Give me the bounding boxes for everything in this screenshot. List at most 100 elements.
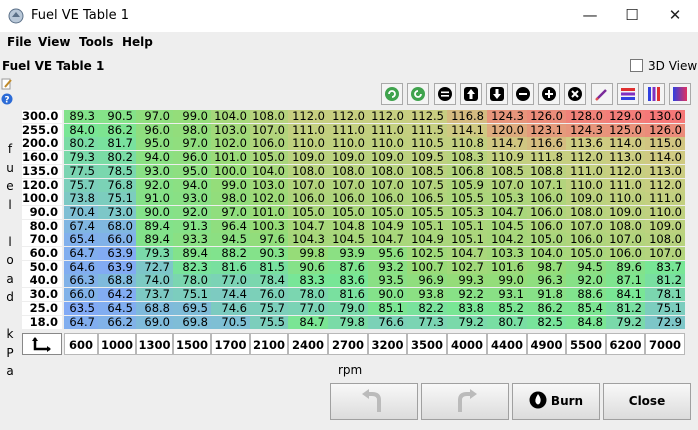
- table-cell[interactable]: 112.0: [645, 178, 685, 192]
- table-cell[interactable]: 104.7: [447, 247, 487, 260]
- table-cell[interactable]: 90.0: [368, 288, 407, 302]
- table-cell[interactable]: 79.0: [328, 301, 368, 315]
- table-cell[interactable]: 93.5: [368, 274, 407, 288]
- table-cell[interactable]: 107.0: [288, 178, 328, 192]
- table-cell[interactable]: 105.5: [407, 205, 447, 219]
- table-cell[interactable]: 90.0: [136, 205, 173, 219]
- table-cell[interactable]: 77.5: [64, 164, 98, 178]
- table-cell[interactable]: 69.5: [173, 301, 211, 315]
- burn-button[interactable]: Burn: [512, 383, 600, 420]
- table-cell[interactable]: 111.0: [328, 123, 368, 137]
- table-cell[interactable]: 106.0: [527, 192, 566, 206]
- table-cell[interactable]: 102.7: [447, 260, 487, 274]
- table-cell[interactable]: 112.0: [288, 110, 328, 123]
- table-cell[interactable]: 75.5: [250, 315, 288, 329]
- table-cell[interactable]: 84.1: [606, 288, 645, 302]
- table-cell[interactable]: 90.3: [250, 247, 288, 260]
- table-cell[interactable]: 108.0: [566, 205, 606, 219]
- table-cell[interactable]: 104.0: [250, 164, 288, 178]
- table-cell[interactable]: 75.1: [173, 288, 211, 302]
- table-cell[interactable]: 89.4: [136, 219, 173, 233]
- table-cell[interactable]: 97.6: [250, 233, 288, 247]
- table-cell[interactable]: 108.5: [407, 164, 447, 178]
- table-cell[interactable]: 112.0: [328, 110, 368, 123]
- table-cell[interactable]: 110.0: [566, 178, 606, 192]
- table-cell[interactable]: 66.3: [64, 274, 98, 288]
- table-cell[interactable]: 109.0: [566, 192, 606, 206]
- table-cell[interactable]: 104.7: [487, 205, 527, 219]
- table-cell[interactable]: 114.0: [606, 137, 645, 151]
- table-cell[interactable]: 76.0: [250, 288, 288, 302]
- table-cell[interactable]: 106.0: [527, 219, 566, 233]
- table-cell[interactable]: 84.7: [288, 315, 328, 329]
- table-cell[interactable]: 105.1: [447, 219, 487, 233]
- table-cell[interactable]: 105.0: [566, 247, 606, 260]
- table-cell[interactable]: 81.7: [98, 137, 136, 151]
- increase-button[interactable]: [460, 83, 482, 105]
- table-cell[interactable]: 104.5: [328, 233, 368, 247]
- table-cell[interactable]: 68.8: [98, 274, 136, 288]
- table-cell[interactable]: 93.2: [368, 260, 407, 274]
- table-cell[interactable]: 115.0: [645, 137, 685, 151]
- table-cell[interactable]: 87.6: [328, 260, 368, 274]
- table-cell[interactable]: 80.2: [98, 151, 136, 165]
- table-cell[interactable]: 81.2: [645, 274, 685, 288]
- table-cell[interactable]: 92.0: [173, 205, 211, 219]
- table-cell[interactable]: 86.2: [527, 301, 566, 315]
- menu-help[interactable]: Help: [122, 35, 153, 49]
- table-cell[interactable]: 109.0: [368, 151, 407, 165]
- table-cell[interactable]: 89.4: [136, 233, 173, 247]
- table-cell[interactable]: 105.0: [527, 233, 566, 247]
- table-cell[interactable]: 94.5: [211, 233, 250, 247]
- table-cell[interactable]: 66.0: [98, 233, 136, 247]
- table-cell[interactable]: 109.0: [328, 151, 368, 165]
- table-cell[interactable]: 81.6: [328, 288, 368, 302]
- table-cell[interactable]: 94.0: [173, 178, 211, 192]
- help-icon[interactable]: ?: [1, 93, 13, 105]
- table-cell[interactable]: 82.2: [407, 301, 447, 315]
- table-cell[interactable]: 105.5: [447, 192, 487, 206]
- table-cell[interactable]: 84.8: [566, 315, 606, 329]
- table-cell[interactable]: 85.4: [566, 301, 606, 315]
- table-cell[interactable]: 68.8: [136, 301, 173, 315]
- table-cell[interactable]: 77.0: [211, 274, 250, 288]
- table-cell[interactable]: 96.0: [173, 151, 211, 165]
- table-cell[interactable]: 107.0: [645, 247, 685, 260]
- table-cell[interactable]: 104.7: [368, 233, 407, 247]
- table-cell[interactable]: 88.2: [211, 247, 250, 260]
- table-cell[interactable]: 79.3: [64, 151, 98, 165]
- table-cell[interactable]: 93.8: [407, 288, 447, 302]
- table-cell[interactable]: 104.5: [487, 219, 527, 233]
- table-cell[interactable]: 104.9: [368, 219, 407, 233]
- table-cell[interactable]: 93.1: [487, 288, 527, 302]
- table-cell[interactable]: 112.0: [606, 164, 645, 178]
- table-cell[interactable]: 76.6: [368, 315, 407, 329]
- table-cell[interactable]: 114.7: [487, 137, 527, 151]
- table-cell[interactable]: 98.0: [173, 123, 211, 137]
- table-cell[interactable]: 104.0: [211, 110, 250, 123]
- table-cell[interactable]: 64.5: [98, 301, 136, 315]
- table-cell[interactable]: 79.3: [136, 247, 173, 260]
- table-cell[interactable]: 97.0: [211, 205, 250, 219]
- axis-corner-button[interactable]: [22, 333, 62, 355]
- table-cell[interactable]: 106.0: [527, 205, 566, 219]
- table-cell[interactable]: 111.5: [407, 123, 447, 137]
- table-cell[interactable]: 93.0: [136, 164, 173, 178]
- table-cell[interactable]: 105.0: [288, 205, 328, 219]
- table-cell[interactable]: 109.0: [606, 205, 645, 219]
- table-cell[interactable]: 106.0: [328, 192, 368, 206]
- table-cell[interactable]: 66.2: [98, 315, 136, 329]
- menu-tools[interactable]: Tools: [79, 35, 113, 49]
- table-cell[interactable]: 97.0: [136, 110, 173, 123]
- table-cell[interactable]: 99.0: [487, 274, 527, 288]
- table-cell[interactable]: 110.0: [368, 137, 407, 151]
- table-cell[interactable]: 104.7: [288, 219, 328, 233]
- table-cell[interactable]: 100.3: [250, 219, 288, 233]
- table-cell[interactable]: 100.0: [211, 164, 250, 178]
- table-cell[interactable]: 93.9: [328, 247, 368, 260]
- table-cell[interactable]: 108.5: [487, 164, 527, 178]
- table-cell[interactable]: 98.7: [527, 260, 566, 274]
- table-cell[interactable]: 92.0: [566, 274, 606, 288]
- table-cell[interactable]: 96.4: [211, 219, 250, 233]
- table-cell[interactable]: 77.3: [407, 315, 447, 329]
